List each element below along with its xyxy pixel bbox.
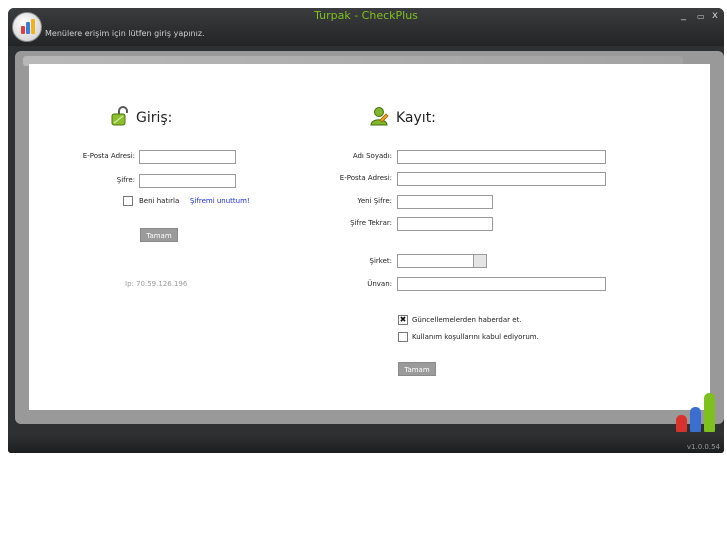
repeat-password-input[interactable]	[397, 217, 493, 231]
fullname-input[interactable]	[397, 150, 606, 164]
register-email-label: E-Posta Adresi:	[339, 174, 392, 182]
unlock-icon	[111, 106, 128, 126]
remember-checkbox[interactable]	[123, 196, 133, 206]
updates-label: Güncellemelerden haberdar et.	[412, 316, 522, 324]
window-subtitle: Menülere erişim için lütfen giriş yapını…	[45, 29, 205, 38]
register-submit-button[interactable]: Tamam	[398, 362, 436, 376]
register-heading: Kayıt:	[396, 110, 436, 126]
login-heading: Giriş:	[136, 110, 173, 126]
fullname-label: Adı Soyadı:	[352, 152, 392, 160]
company-label: Şirket:	[369, 257, 392, 265]
app-window: Turpak - CheckPlus Menülere erişim için …	[8, 8, 724, 453]
forgot-password-link[interactable]: Şifremi unuttum!	[190, 197, 250, 205]
dropdown-arrow-icon[interactable]	[473, 255, 486, 267]
repeat-password-label: Şifre Tekrar:	[350, 219, 392, 227]
brand-bars-icon	[676, 393, 715, 435]
login-submit-button[interactable]: Tamam	[140, 228, 178, 242]
ip-address-text: Ip: 70.59.126.196	[125, 280, 188, 288]
form-area: Giriş: E-Posta Adresi: Şifre: Beni hatır…	[29, 64, 710, 410]
maximize-button[interactable]: ▭	[697, 12, 705, 21]
new-password-input[interactable]	[397, 195, 493, 209]
content-panel: Giriş: E-Posta Adresi: Şifre: Beni hatır…	[15, 51, 724, 424]
login-email-label: E-Posta Adresi:	[82, 152, 135, 160]
title-bar: Turpak - CheckPlus Menülere erişim için …	[8, 8, 724, 46]
register-email-input[interactable]	[397, 172, 606, 186]
login-password-input[interactable]	[139, 174, 236, 188]
terms-label: Kullanım koşullarını kabul ediyorum.	[412, 333, 539, 341]
new-password-label: Yeni Şifre:	[357, 197, 392, 205]
terms-checkbox[interactable]	[398, 332, 408, 342]
login-password-label: Şifre:	[116, 176, 135, 184]
remember-label: Beni hatırla	[139, 197, 180, 205]
login-email-input[interactable]	[139, 150, 236, 164]
close-button[interactable]: x	[712, 10, 718, 21]
user-add-icon	[370, 107, 389, 126]
updates-checkbox[interactable]: ✖	[398, 315, 408, 325]
minimize-button[interactable]: _	[681, 10, 686, 21]
status-bar: v1.0.0.54	[8, 432, 724, 453]
job-title-input[interactable]	[397, 277, 606, 291]
job-title-label: Ünvan:	[367, 280, 392, 288]
version-text: v1.0.0.54	[686, 443, 720, 451]
company-select[interactable]	[397, 254, 487, 268]
window-title: Turpak - CheckPlus	[314, 9, 418, 22]
